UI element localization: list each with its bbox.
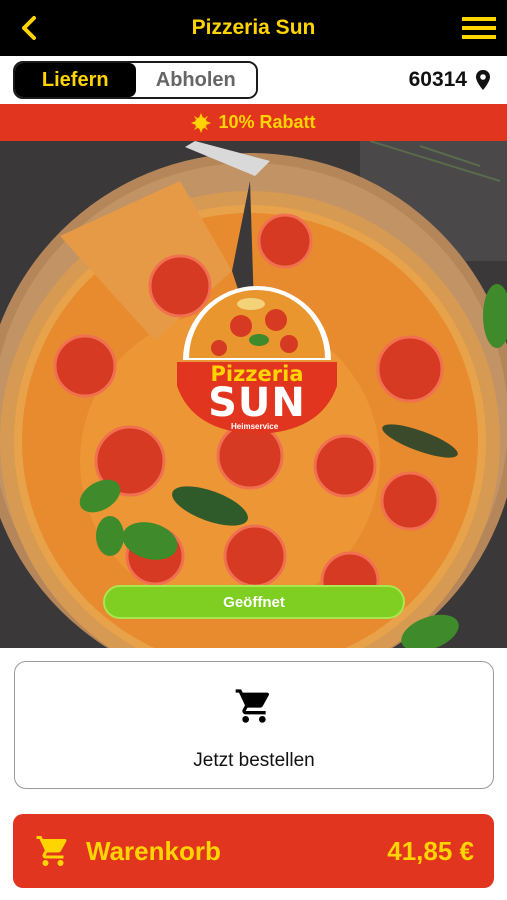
order-now-button[interactable]: Jetzt bestellen [14, 661, 494, 789]
order-icon-wrap [15, 686, 493, 726]
discount-banner: 10% Rabatt [0, 104, 507, 141]
restaurant-logo: Pizzeria SUN Heimservice [171, 282, 343, 436]
hamburger-menu-icon [462, 17, 496, 39]
logo-brand: SUN [208, 380, 306, 426]
order-now-label: Jetzt bestellen [193, 750, 315, 771]
logo-tagline: Heimservice [231, 422, 279, 431]
cart-total: 41,85 € [387, 836, 474, 866]
delivery-option-abholen[interactable]: Abholen [135, 63, 256, 97]
menu-button[interactable] [461, 12, 497, 44]
delivery-mode-toggle: Liefern Abholen [13, 61, 258, 99]
opening-status-button[interactable]: Geöffnet [103, 585, 405, 619]
hero-pizza-image: Pizzeria SUN Heimservice Geöffnet [0, 141, 507, 648]
sun-badge-icon [191, 112, 212, 133]
location-pin-icon [476, 70, 490, 90]
shopping-cart-icon [36, 836, 67, 866]
discount-text: 10% Rabatt [218, 112, 316, 132]
location-selector[interactable]: 60314 [409, 56, 491, 104]
delivery-option-liefern[interactable]: Liefern [15, 63, 136, 97]
shopping-cart-icon [235, 689, 270, 723]
cart-label: Warenkorb [86, 836, 221, 866]
top-app-bar: Pizzeria Sun [0, 0, 507, 56]
zip-code: 60314 [408, 68, 467, 91]
cart-button[interactable]: Warenkorb 41,85 € [13, 814, 494, 888]
app-title: Pizzeria Sun [191, 16, 316, 39]
delivery-mode-bar: Liefern Abholen 60314 [0, 56, 507, 104]
